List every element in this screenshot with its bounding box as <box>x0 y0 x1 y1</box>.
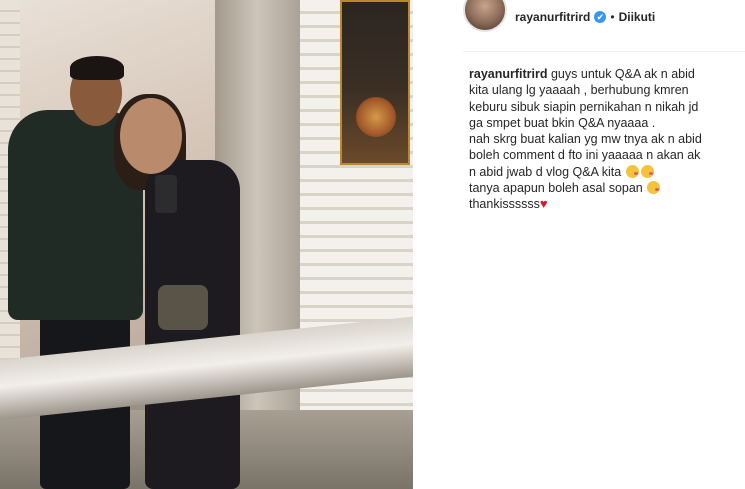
caption-line: n abid jwab d vlog Q&A kita <box>469 164 622 179</box>
caption-line: boleh comment d fto ini yaaaaa n akan ak <box>469 148 701 163</box>
caption-username[interactable]: rayanurfitrird <box>469 67 548 81</box>
woman-head <box>120 98 182 174</box>
caption-line: nah skrg buat kalian yg mw tnya ak n abi… <box>469 132 702 147</box>
handbag <box>158 285 208 330</box>
pizza-image <box>356 97 396 137</box>
post-header: rayanurfitrird ✔ • Diikuti <box>463 0 745 34</box>
caption-line: guys untuk Q&A ak n abid <box>550 67 695 81</box>
kiss-face-emoji-icon <box>625 164 639 178</box>
caption-line: kita ulang lg yaaaah , berhubung kmren <box>469 83 689 98</box>
header-divider <box>463 51 745 52</box>
user-avatar[interactable] <box>463 0 507 32</box>
phone <box>155 175 177 213</box>
caption-line: keburu sibuk siapin pernikahan n nikah j… <box>469 99 699 114</box>
red-heart-emoji-icon: ♥ <box>539 196 548 212</box>
caption-line: ga smpet buat bkin Q&A nyaaaa . <box>469 115 656 130</box>
man-hair <box>70 56 124 80</box>
header-username[interactable]: rayanurfitrird <box>515 10 590 24</box>
kiss-face-emoji-icon <box>640 164 654 178</box>
verified-badge-icon: ✔ <box>594 11 607 23</box>
follow-status-button[interactable]: Diikuti <box>619 10 656 24</box>
kiss-face-emoji-icon <box>647 181 661 195</box>
post-photo[interactable] <box>0 0 413 489</box>
pizza-poster <box>340 0 410 165</box>
post-sidebar: rayanurfitrird ✔ • Diikuti rayanurfitrir… <box>413 0 745 489</box>
caption-line: tanya apapun boleh asal sopan <box>469 181 643 196</box>
header-separator: • <box>610 10 615 24</box>
post-caption: rayanurfitrird guys untuk Q&A ak n abid … <box>469 66 739 213</box>
caption-line: thankissssss <box>469 197 540 212</box>
